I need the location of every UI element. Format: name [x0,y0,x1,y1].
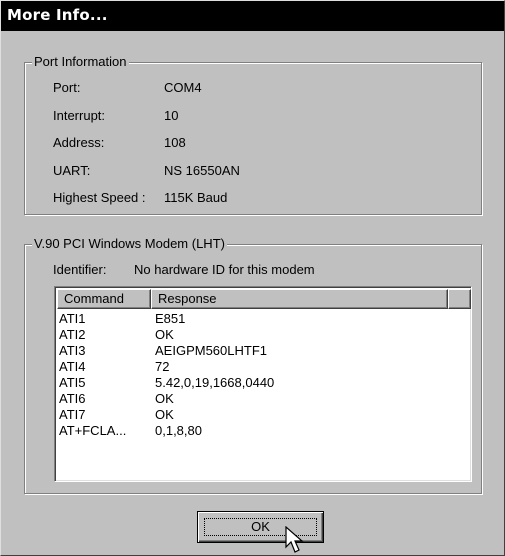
address-label: Address: [53,135,105,150]
table-row[interactable]: ATI2 OK [59,327,467,343]
modem-group-legend: V.90 PCI Windows Modem (LHT) [32,236,227,252]
command-cell: ATI3 [59,343,86,358]
highest-speed-label: Highest Speed : [53,190,146,205]
response-cell: OK [155,391,174,406]
title-bar[interactable]: More Info... [1,1,504,31]
uart-value: NS 16550AN [164,163,240,178]
response-cell: E851 [155,311,186,326]
table-row[interactable]: ATI3 AEIGPM560LHTF1 [59,343,467,359]
command-cell: AT+FCLA... [59,423,127,438]
response-cell: OK [155,327,174,342]
response-cell: 5.42,0,19,1668,0440 [155,375,275,390]
list-header: Command Response [57,289,471,309]
port-information-group: Port Information Port: COM4 Interrupt: 1… [24,54,482,215]
table-row[interactable]: ATI6 OK [59,391,467,407]
table-row[interactable]: ATI5 5.42,0,19,1668,0440 [59,375,467,391]
identifier-label: Identifier: [53,262,107,277]
table-row[interactable]: AT+FCLA... 0,1,8,80 [59,423,467,439]
command-cell: ATI2 [59,327,86,342]
table-row[interactable]: ATI4 72 [59,359,467,375]
uart-label: UART: [53,163,91,178]
identifier-value: No hardware ID for this modem [134,262,315,277]
response-cell: OK [155,407,174,422]
port-information-legend: Port Information [32,54,129,70]
command-cell: ATI4 [59,359,86,374]
port-label: Port: [53,80,81,95]
address-value: 108 [164,135,186,150]
command-cell: ATI5 [59,375,86,390]
window-title: More Info... [7,6,108,24]
command-response-list[interactable]: Command Response ATI1 E851 ATI2 OK ATI3 … [54,286,472,482]
port-value: COM4 [164,80,202,95]
response-cell: AEIGPM560LHTF1 [155,343,267,358]
highest-speed-value: 115K Baud [164,190,228,205]
table-row[interactable]: ATI7 OK [59,407,467,423]
command-cell: ATI1 [59,311,86,326]
command-cell: ATI7 [59,407,86,422]
column-header-filler [448,289,471,309]
interrupt-value: 10 [164,108,179,123]
modem-group: V.90 PCI Windows Modem (LHT) Identifier:… [24,236,482,494]
column-header-response[interactable]: Response [151,289,448,309]
command-cell: ATI6 [59,391,86,406]
response-cell: 72 [155,359,170,374]
mouse-pointer-icon [285,526,304,553]
list-body: ATI1 E851 ATI2 OK ATI3 AEIGPM560LHTF1 AT… [59,311,467,439]
table-row[interactable]: ATI1 E851 [59,311,467,327]
more-info-dialog: More Info... Port Information Port: COM4… [0,0,505,556]
interrupt-label: Interrupt: [53,108,106,123]
column-header-command[interactable]: Command [57,289,151,309]
response-cell: 0,1,8,80 [155,423,202,438]
